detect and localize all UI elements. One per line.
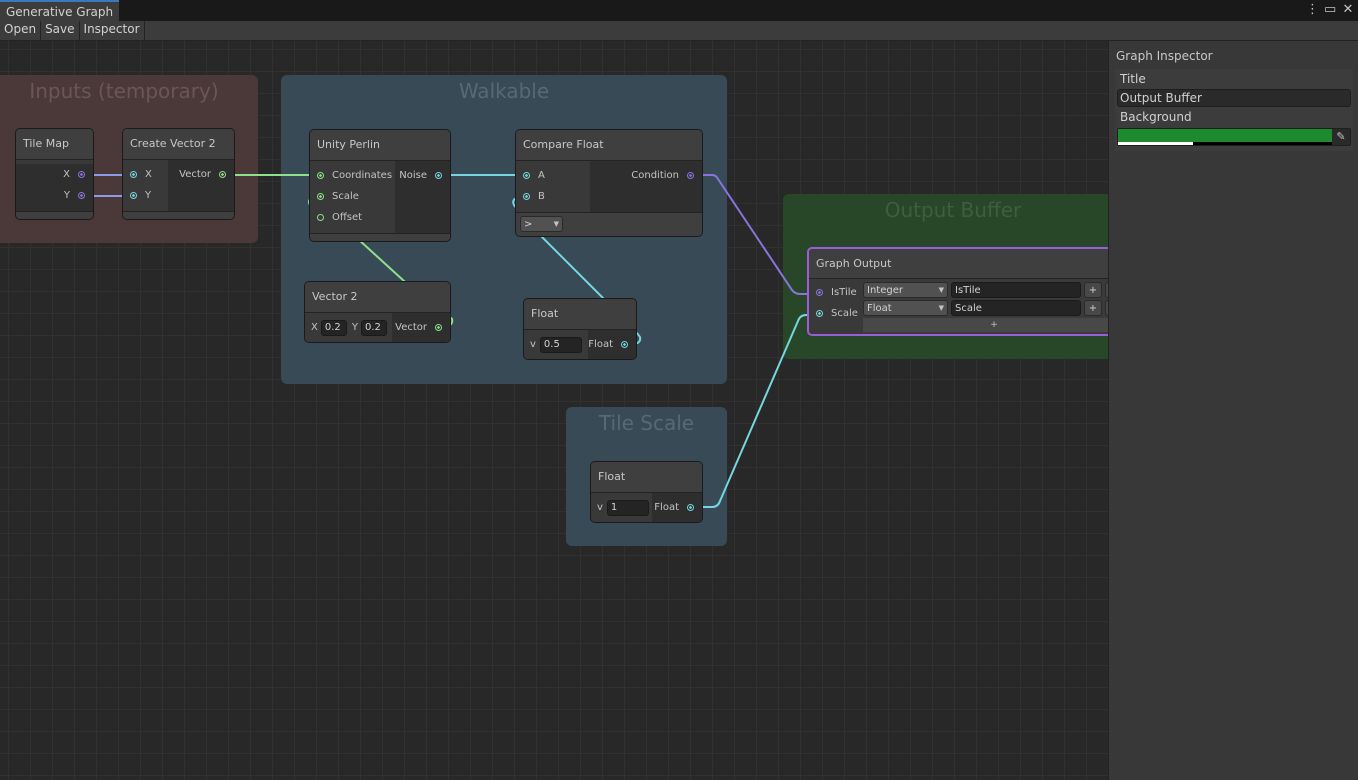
port-offset[interactable]: Offset: [310, 207, 395, 228]
port-scale[interactable]: Scale: [310, 186, 395, 207]
type-dropdown[interactable]: Integer ▼: [863, 282, 948, 298]
toolbar: Open Save Inspector: [0, 21, 1358, 41]
port-dot-icon[interactable]: [621, 341, 628, 348]
port-vector[interactable]: Vector: [392, 313, 450, 342]
operator-dropdown[interactable]: > ▼: [520, 216, 563, 232]
port-dot-icon[interactable]: [687, 172, 694, 179]
port-dot-icon[interactable]: [816, 310, 823, 317]
node-title: Unity Perlin: [310, 130, 450, 161]
background-label: Background: [1120, 110, 1192, 124]
maximize-icon[interactable]: ▭: [1324, 2, 1336, 17]
tab-generative-graph[interactable]: Generative Graph: [0, 0, 119, 21]
color-swatch[interactable]: [1118, 129, 1332, 142]
name-field[interactable]: [951, 282, 1081, 298]
group-title: Inputs (temporary): [29, 79, 219, 103]
node-tile-map[interactable]: Tile Map X Y: [15, 128, 94, 220]
add-row-button[interactable]: +: [863, 318, 1108, 332]
node-create-vector2[interactable]: Create Vector 2 X Y Vector: [122, 128, 235, 220]
port-dot-icon[interactable]: [816, 289, 823, 296]
node-title: Float: [524, 299, 636, 330]
alpha-bar: [1118, 142, 1332, 145]
port-x[interactable]: X: [123, 164, 168, 185]
value-field[interactable]: [539, 336, 582, 353]
group-title: Output Buffer: [884, 198, 1022, 222]
node-float-walkable[interactable]: Float v Float: [523, 298, 637, 360]
more-icon[interactable]: ⋮: [1306, 2, 1319, 17]
node-vector2[interactable]: Vector 2 X Y Vector: [304, 281, 451, 343]
port-condition[interactable]: Condition: [590, 165, 702, 186]
port-y[interactable]: Y: [123, 185, 168, 206]
port-dot-icon[interactable]: [78, 192, 85, 199]
inspector-title: Graph Inspector: [1116, 49, 1213, 63]
type-dropdown[interactable]: Float ▼: [863, 300, 948, 316]
open-button[interactable]: Open: [0, 21, 42, 41]
port-dot-icon[interactable]: [317, 214, 324, 221]
port-scale[interactable]: Scale: [809, 303, 863, 324]
group-title: Tile Scale: [598, 411, 695, 435]
node-footer: > ▼: [516, 212, 702, 236]
inspector-fields: Title Output Buffer Background ✎: [1115, 69, 1353, 151]
port-dot-icon[interactable]: [523, 193, 530, 200]
add-button[interactable]: +: [1084, 300, 1102, 316]
node-unity-perlin[interactable]: Unity Perlin Coordinates Scale Offset No…: [309, 129, 451, 242]
close-icon[interactable]: ✕: [1342, 2, 1354, 17]
port-dot-icon[interactable]: [687, 504, 694, 511]
graph-inspector-panel: Graph Inspector Title Output Buffer Back…: [1108, 41, 1358, 780]
port-dot-icon[interactable]: [130, 192, 137, 199]
inspector-button[interactable]: Inspector: [80, 21, 145, 41]
window-controls: ⋮ ▭ ✕: [1306, 2, 1354, 17]
eyedropper-icon[interactable]: ✎: [1334, 130, 1348, 144]
node-title: Float: [591, 462, 702, 493]
port-istile[interactable]: IsTile: [809, 282, 863, 303]
port-noise[interactable]: Noise: [395, 165, 450, 186]
node-title: Tile Map: [16, 129, 93, 160]
y-field[interactable]: [360, 319, 387, 336]
graph-canvas[interactable]: Inputs (temporary) Walkable Tile Scale O…: [0, 41, 1108, 780]
output-row: Integer▼ +: [863, 281, 1108, 299]
node-footer: [123, 211, 234, 219]
node-footer: [16, 211, 93, 219]
title-field[interactable]: Output Buffer: [1117, 89, 1351, 107]
node-graph-output[interactable]: Graph Output IsTile Scale Integer▼ + Flo…: [807, 247, 1108, 336]
port-vector[interactable]: Vector: [168, 164, 234, 185]
port-coordinates[interactable]: Coordinates: [310, 165, 395, 186]
port-dot-icon[interactable]: [317, 172, 324, 179]
port-dot-icon[interactable]: [523, 172, 530, 179]
port-dot-icon[interactable]: [130, 171, 137, 178]
x-field[interactable]: [320, 319, 347, 336]
background-color-field[interactable]: ✎: [1117, 128, 1351, 146]
port-a[interactable]: A: [516, 165, 590, 186]
chevron-down-icon: ▼: [938, 286, 944, 294]
port-dot-icon[interactable]: [317, 193, 324, 200]
chevron-down-icon: ▼: [938, 304, 944, 312]
node-compare-float[interactable]: Compare Float A B Condition > ▼: [515, 129, 703, 237]
group-title: Walkable: [458, 79, 550, 103]
node-footer: [310, 233, 450, 241]
node-title: Create Vector 2: [123, 129, 234, 160]
save-button[interactable]: Save: [41, 21, 80, 41]
port-dot-icon[interactable]: [435, 172, 442, 179]
output-row: Float▼ +: [863, 299, 1108, 317]
alpha-fill: [1118, 142, 1193, 145]
chevron-down-icon: ▼: [553, 220, 559, 228]
title-label: Title: [1120, 72, 1146, 86]
tab-bar: Generative Graph ⋮ ▭ ✕: [0, 0, 1358, 21]
port-dot-icon[interactable]: [435, 324, 442, 331]
port-dot-icon[interactable]: [78, 171, 85, 178]
port-float[interactable]: Float: [652, 493, 702, 522]
value-field[interactable]: [606, 499, 649, 516]
port-dot-icon[interactable]: [219, 171, 226, 178]
port-x[interactable]: X: [16, 164, 93, 185]
node-title: Graph Output: [809, 249, 1108, 279]
port-float[interactable]: Float: [588, 330, 636, 359]
port-b[interactable]: B: [516, 186, 590, 207]
add-button[interactable]: +: [1084, 282, 1102, 298]
name-field[interactable]: [951, 300, 1081, 316]
node-title: Vector 2: [305, 282, 450, 313]
node-title: Compare Float: [516, 130, 702, 161]
node-float-tile-scale[interactable]: Float v Float: [590, 461, 703, 523]
port-y[interactable]: Y: [16, 185, 93, 206]
generative-graph-window: Generative Graph ⋮ ▭ ✕ Open Save Inspect…: [0, 0, 1358, 780]
